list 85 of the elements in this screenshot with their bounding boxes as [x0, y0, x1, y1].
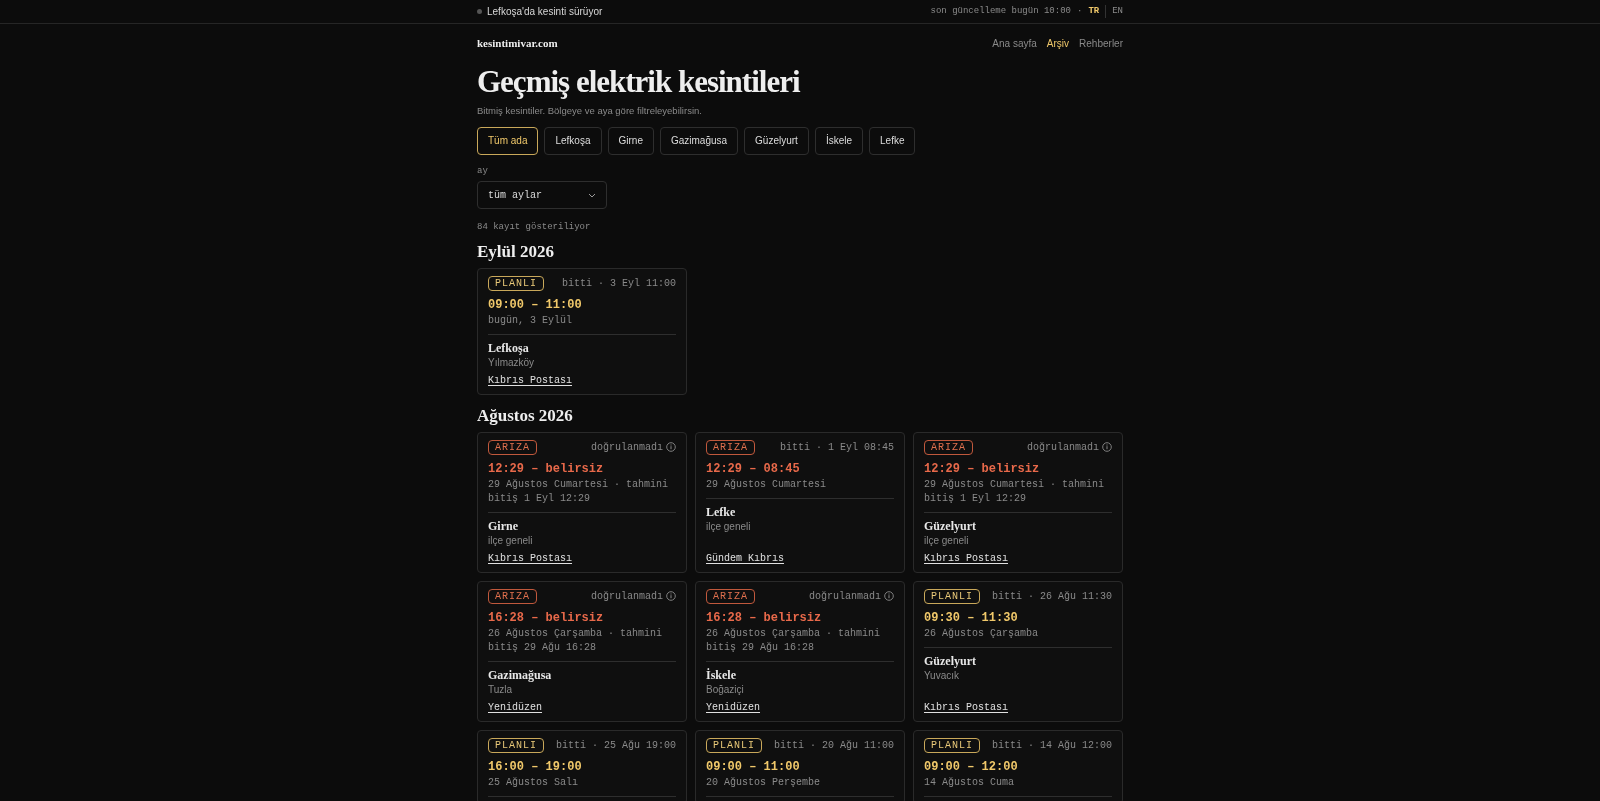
date-text: 29 Ağustos Cumartesi [706, 477, 828, 492]
time-range: 16:28 – belirsiz [706, 610, 823, 625]
month-select[interactable]: tüm aylar [477, 181, 607, 210]
area-text: Tuzla [488, 683, 514, 696]
date-text: 29 Ağustos Cumartesi · tahmini bitiş 1 Eyl 12:29 [488, 477, 670, 506]
region-filter-button[interactable]: Lefkoşa [544, 126, 602, 155]
source-link[interactable]: Kıbrıs Postası [488, 373, 572, 388]
time-range: 09:00 – 11:00 [488, 297, 583, 312]
region-filter-button[interactable]: Girne [607, 126, 654, 155]
time-range: 09:00 – 11:00 [706, 759, 801, 774]
area-text: Boğaziçi [706, 683, 745, 696]
outage-type-badge: PLANLI [488, 737, 544, 753]
outage-type-badge: ARIZA [706, 439, 755, 455]
status-text: bitti · 14 Ağu 12:00 [991, 738, 1112, 753]
time-range: 12:29 – belirsiz [488, 461, 605, 476]
status-text: bitti · 3 Eyl 11:00 [561, 276, 676, 291]
date-text: 26 Ağustos Çarşamba · tahmini bitiş 29 Ağu 16:28 [488, 626, 664, 655]
region-name: Gazimağusa [488, 667, 553, 682]
source-link[interactable]: Kıbrıs Postası [924, 551, 1008, 566]
source-link[interactable]: Yenidüzen [488, 700, 542, 715]
separator-dot: · [1076, 4, 1083, 18]
status-text: doğrulanmadı [1027, 440, 1099, 455]
region-name: Lefkoşa [488, 340, 530, 355]
time-range: 09:30 – 11:30 [924, 610, 1019, 625]
time-range: 16:00 – 19:00 [488, 759, 583, 774]
source-link[interactable]: Gündem Kıbrıs [706, 551, 784, 566]
date-text: 20 Ağustos Perşembe [706, 775, 822, 790]
record-count: 84 kayıt gösteriliyor [477, 221, 592, 235]
outage-type-badge: PLANLI [924, 737, 980, 753]
language-link[interactable]: TR [1088, 4, 1100, 19]
region-name: Güzelyurt [924, 653, 977, 668]
chevron-down-icon [588, 192, 596, 198]
area-text: ilçe geneli [706, 520, 752, 533]
status-text: doğrulanmadı [591, 440, 663, 455]
date-text: bugün, 3 Eylül [488, 313, 573, 328]
date-text: 26 Ağustos Çarşamba [924, 626, 1040, 641]
region-filter-button[interactable]: Lefke [869, 126, 916, 155]
region-name: Lefke [706, 504, 737, 519]
area-text: ilçe geneli [924, 534, 970, 547]
area-text: Yılmazköy [488, 356, 536, 369]
status-text: bitti · 1 Eyl 08:45 [779, 440, 894, 455]
region-name: Girne [488, 518, 519, 533]
alert-text: Lefkoşa'da kesinti sürüyor [487, 5, 603, 19]
page-title: Geçmiş elektrik kesintileri [477, 63, 802, 100]
page-subtitle: Bitmiş kesintiler. Bölgeye ve aya göre filtreleyebilirsin. [477, 103, 703, 118]
date-text: 14 Ağustos Cuma [924, 775, 1015, 790]
outage-type-badge: PLANLI [488, 275, 544, 291]
outage-type-badge: PLANLI [924, 588, 980, 604]
site-logo[interactable]: kesintimivar.com [477, 35, 558, 52]
outage-type-badge: PLANLI [706, 737, 762, 753]
nav-link[interactable]: Arşiv [1046, 35, 1070, 51]
language-link[interactable]: EN [1105, 4, 1123, 19]
area-text: ilçe geneli [488, 534, 534, 547]
time-range: 16:28 – belirsiz [488, 610, 605, 625]
region-name: Güzelyurt [924, 518, 977, 533]
time-range: 09:00 – 12:00 [924, 759, 1019, 774]
date-text: 26 Ağustos Çarşamba · tahmini bitiş 29 Ağu 16:28 [706, 626, 882, 655]
month-label: ay [477, 164, 489, 178]
status-text: doğrulanmadı [809, 589, 881, 604]
outage-type-badge: ARIZA [706, 588, 755, 604]
outage-type-badge: ARIZA [488, 439, 537, 455]
region-filter-button[interactable]: Tüm ada [477, 126, 539, 155]
source-link[interactable]: Kıbrıs Postası [488, 551, 572, 566]
source-link[interactable]: Yenidüzen [706, 700, 760, 715]
region-name: İskele [706, 667, 737, 682]
last-updated-text: son güncelleme bugün 10:00 [930, 4, 1071, 18]
area-text: Yuvacık [924, 669, 961, 682]
date-text: 29 Ağustos Cumartesi · tahmini bitiş 1 Eyl 12:29 [924, 477, 1106, 506]
region-filter-button[interactable]: İskele [814, 126, 863, 155]
status-text: bitti · 20 Ağu 11:00 [773, 738, 894, 753]
outage-type-badge: ARIZA [924, 439, 973, 455]
date-text: 25 Ağustos Salı [488, 775, 579, 790]
nav-link[interactable]: Ana sayfa [992, 35, 1037, 51]
month-heading: Eylül 2026 [477, 240, 555, 263]
month-heading: Ağustos 2026 [477, 404, 574, 427]
region-filter-button[interactable]: Güzelyurt [744, 126, 809, 155]
nav-link[interactable]: Rehberler [1079, 35, 1123, 51]
source-link[interactable]: Kıbrıs Postası [924, 700, 1008, 715]
status-text: bitti · 26 Ağu 11:30 [991, 589, 1112, 604]
time-range: 12:29 – 08:45 [706, 461, 801, 476]
region-filter-button[interactable]: Gazimağusa [659, 126, 739, 155]
status-text: doğrulanmadı [591, 589, 663, 604]
time-range: 12:29 – belirsiz [924, 461, 1041, 476]
outage-type-badge: ARIZA [488, 588, 537, 604]
status-text: bitti · 25 Ağu 19:00 [555, 738, 676, 753]
